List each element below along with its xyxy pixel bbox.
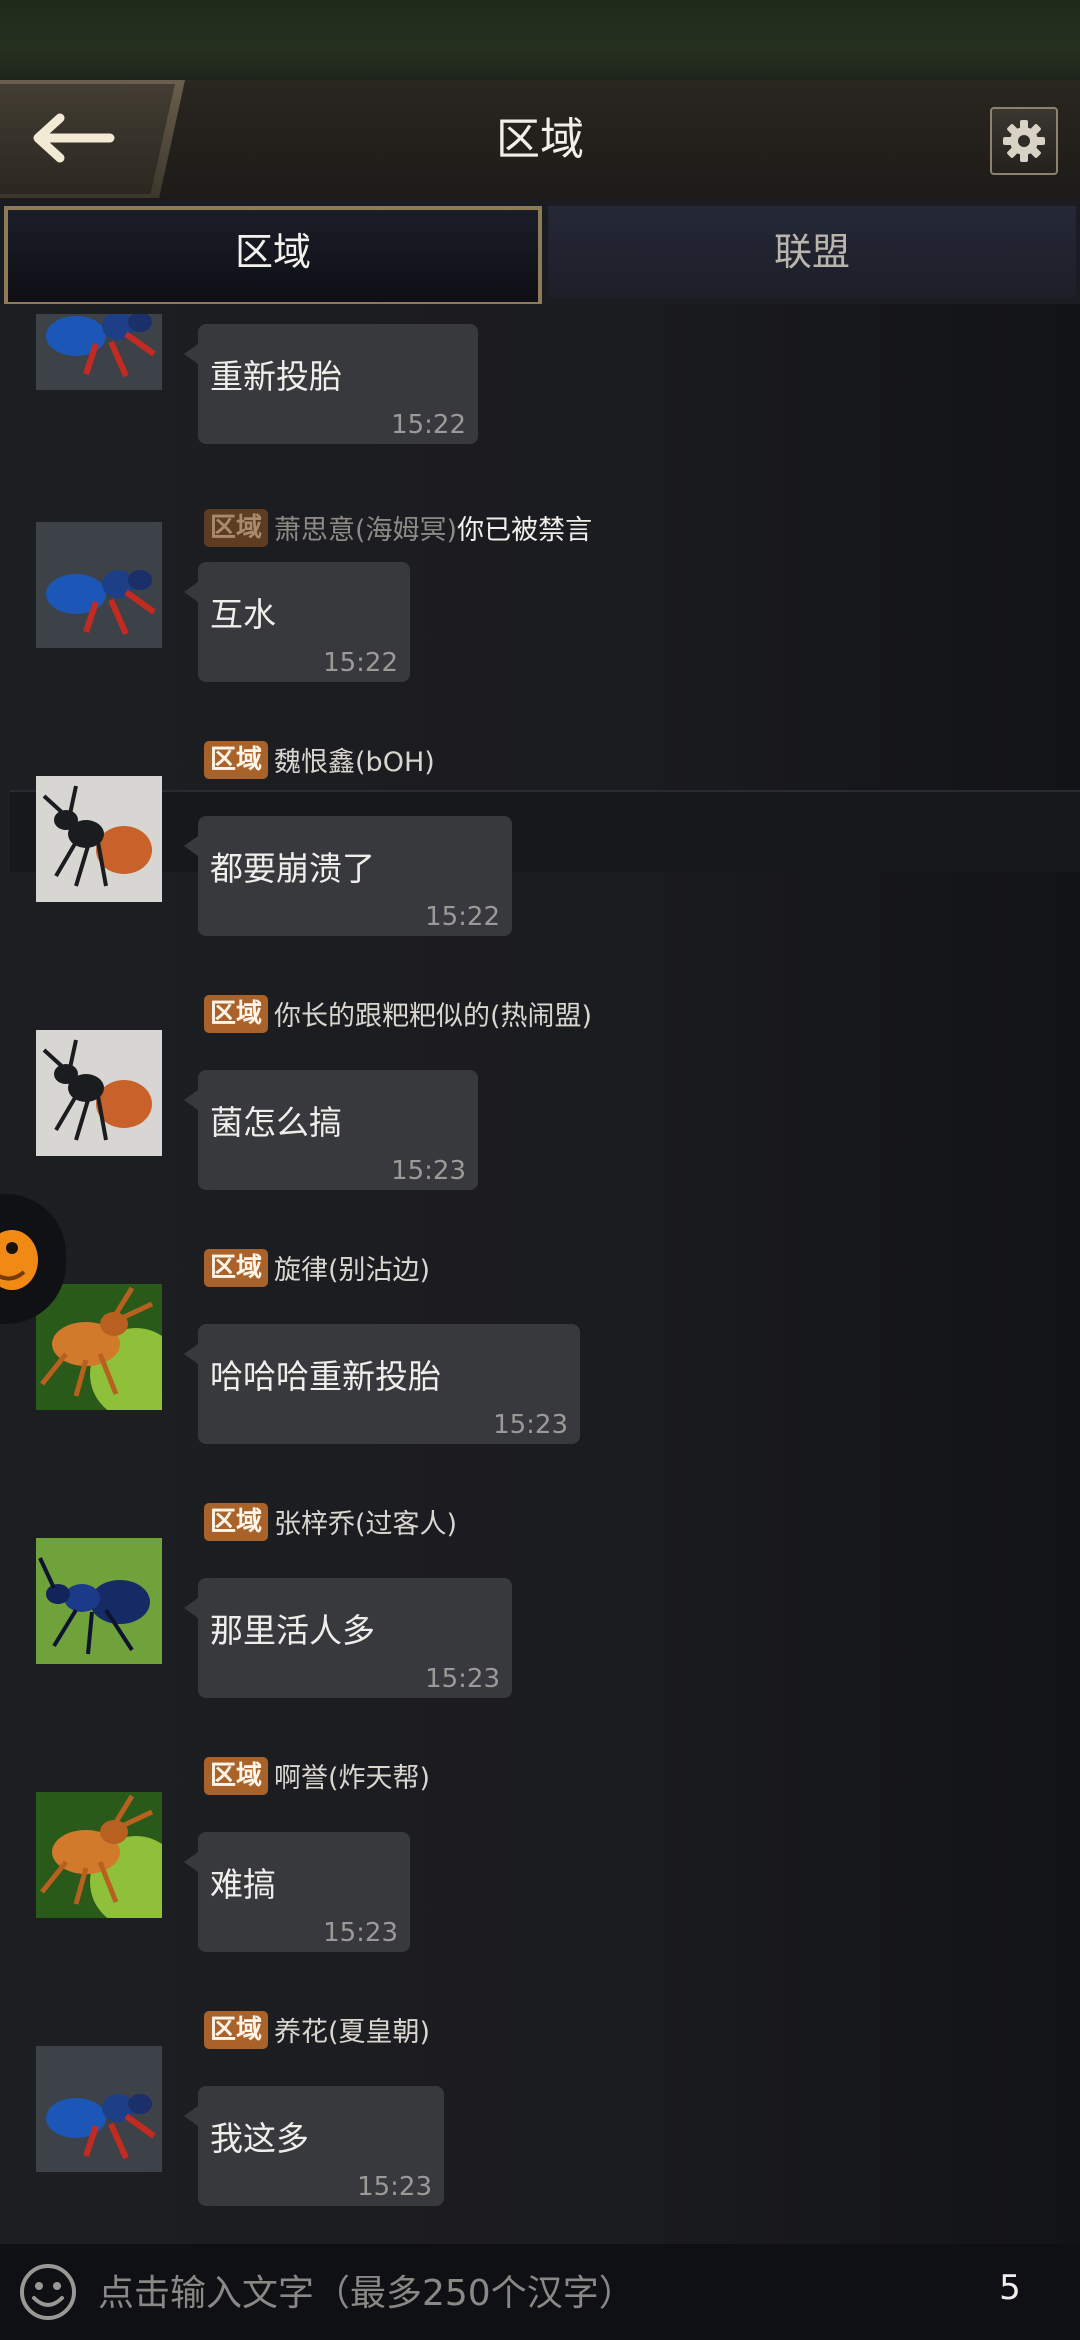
sender-name[interactable]: 魏恨鑫(bOH) (274, 747, 435, 778)
message-text: 难搞 (210, 1865, 276, 1904)
message-time: 15:23 (425, 1664, 500, 1694)
message-bubble[interactable]: 哈哈哈重新投胎 15:23 (184, 1324, 580, 1444)
message-bubble[interactable]: 难搞 15:23 (184, 1832, 410, 1952)
avatar (36, 522, 162, 648)
message-bubble[interactable]: 互水 15:22 (184, 562, 410, 682)
message-bubble[interactable]: 重新投胎 15:22 (184, 324, 478, 444)
region-badge: 区域 (204, 1502, 269, 1541)
message-time: 15:23 (323, 1918, 398, 1948)
sender-label: 区域 你长的跟粑粑似的(热闹盟) (204, 994, 592, 1034)
sender-name[interactable]: 旋律(别沾边) (274, 1255, 430, 1286)
avatar (36, 314, 162, 390)
avatar (36, 776, 162, 902)
avatar (36, 1030, 162, 1156)
message-time: 15:22 (391, 410, 466, 440)
emoji-icon[interactable] (18, 2262, 78, 2322)
chat-input[interactable] (96, 2258, 960, 2328)
gear-icon (1003, 120, 1045, 162)
message-time: 15:23 (391, 1156, 466, 1186)
sender-label: 区域 啊誉(炸天帮) (204, 1756, 430, 1796)
message-time: 15:22 (425, 902, 500, 932)
avatar (36, 1538, 162, 1664)
message-time: 15:23 (493, 1410, 568, 1440)
region-badge: 区域 (204, 740, 269, 779)
top-banner (0, 0, 1080, 80)
message-bubble[interactable]: 那里活人多 15:23 (184, 1578, 512, 1698)
region-badge: 区域 (204, 1248, 269, 1287)
system-notice (10, 790, 1080, 872)
message-text: 互水 (210, 595, 276, 634)
message-bubble[interactable]: 都要崩溃了 15:22 (184, 816, 512, 936)
page-title: 区域 (496, 114, 584, 165)
mute-notice: 你已被禁言 (457, 515, 593, 546)
sender-name[interactable]: 萧思意(海姆冥) (274, 515, 457, 546)
sender-label: 区域 养花(夏皇朝) (204, 2010, 430, 2050)
message-bubble[interactable]: 我这多 15:23 (184, 2086, 444, 2206)
sender-label: 区域 张梓乔(过客人) (204, 1502, 457, 1542)
sender-label: 区域 旋律(别沾边) (204, 1248, 430, 1288)
message-text: 哈哈哈重新投胎 (210, 1357, 441, 1396)
settings-button[interactable] (990, 107, 1058, 175)
avatar (36, 1792, 162, 1918)
chat-tabs: 区域 联盟 (0, 200, 1080, 306)
message-text: 重新投胎 (210, 357, 342, 396)
sender-label: 区域 魏恨鑫(bOH) (204, 740, 435, 780)
message-time: 15:22 (323, 648, 398, 678)
mascot-icon (0, 1230, 38, 1290)
region-badge: 区域 (204, 2010, 269, 2049)
message-time: 15:23 (357, 2172, 432, 2202)
sender-name[interactable]: 啊誉(炸天帮) (274, 1763, 430, 1794)
input-bar: 5 (0, 2244, 1080, 2340)
floating-assistant-button[interactable] (0, 1194, 66, 1324)
sender-name[interactable]: 张梓乔(过客人) (274, 1509, 457, 1540)
message-text: 我这多 (210, 2119, 309, 2158)
avatar (36, 2046, 162, 2172)
sender-name[interactable]: 养花(夏皇朝) (274, 2017, 430, 2048)
message-text: 菌怎么搞 (210, 1103, 342, 1142)
tab-alliance[interactable]: 联盟 (548, 206, 1076, 298)
char-count: 5 (999, 2268, 1021, 2308)
region-badge: 区域 (204, 508, 269, 547)
region-badge: 区域 (204, 1756, 269, 1795)
tab-region[interactable]: 区域 (4, 206, 542, 306)
sender-name[interactable]: 你长的跟粑粑似的(热闹盟) (274, 1001, 592, 1032)
message-text: 那里活人多 (210, 1611, 375, 1650)
region-badge: 区域 (204, 994, 269, 1033)
sender-label: 区域 萧思意(海姆冥)你已被禁言 (204, 508, 592, 548)
chat-list[interactable]: 重新投胎 15:22 区域 萧思意(海姆冥)你已被禁言 互水 15:22 区域 … (0, 304, 1080, 2244)
message-bubble[interactable]: 菌怎么搞 15:23 (184, 1070, 478, 1190)
message-text: 都要崩溃了 (210, 849, 375, 888)
